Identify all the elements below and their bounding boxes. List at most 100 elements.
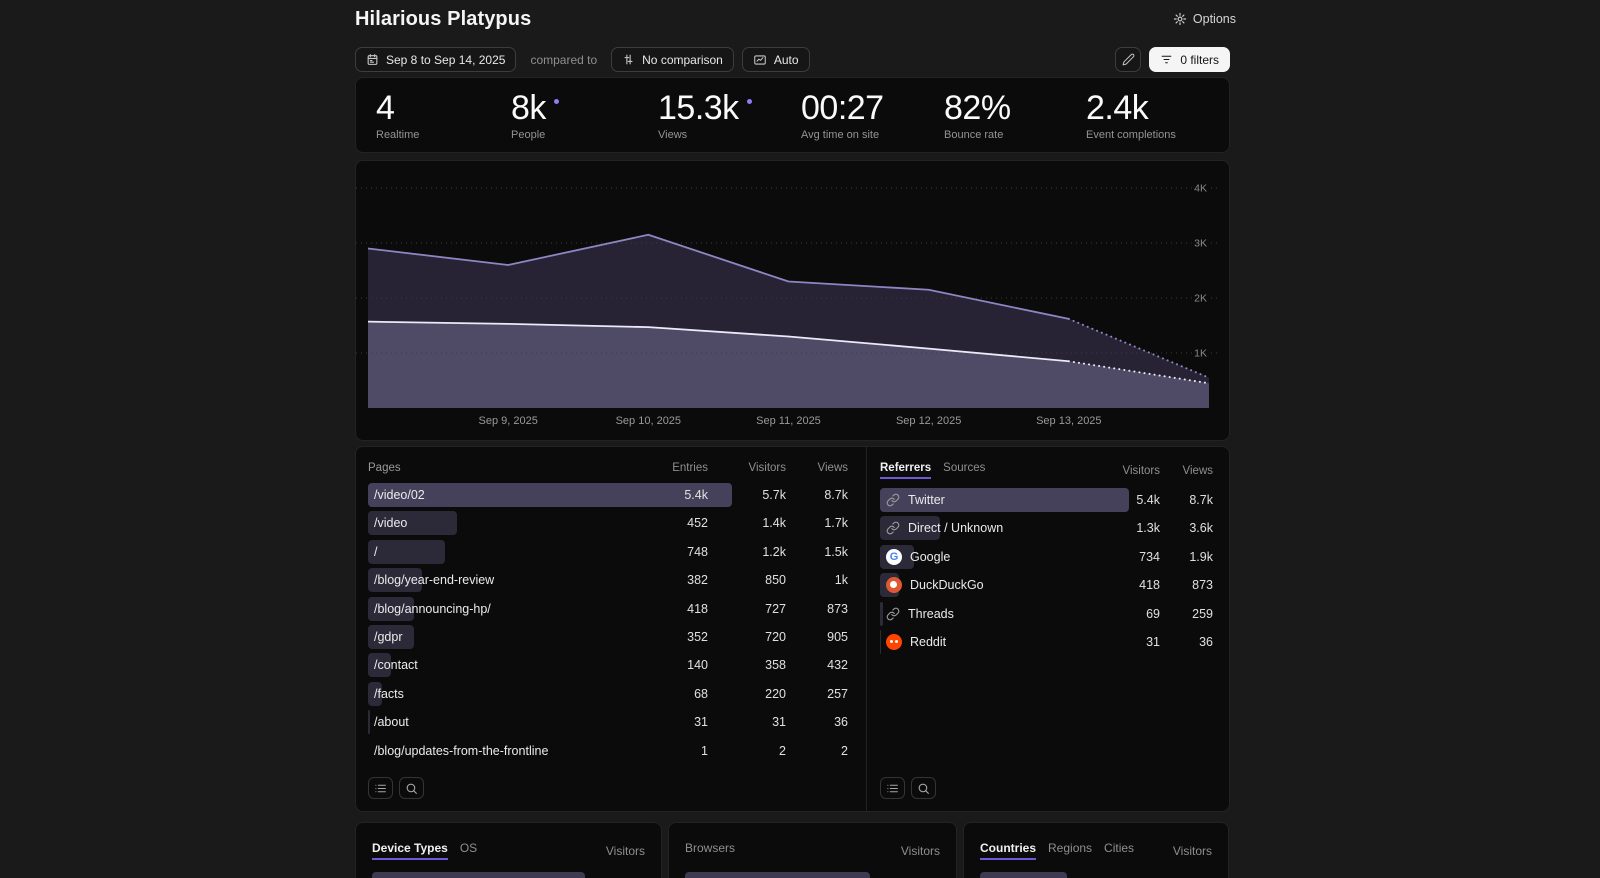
header: Hilarious Platypus Options (355, 8, 1236, 31)
y-axis-tick: 3K (1194, 238, 1207, 250)
referrer-label: Reddit (910, 634, 947, 649)
edit-filters-button[interactable] (1115, 47, 1142, 72)
table-row[interactable]: /contact 140 358 432 (368, 653, 848, 678)
browsers-panel: Browsers Visitors (668, 822, 957, 878)
visitors-value: 358 (765, 658, 786, 673)
date-range-label: Sep 8 to Sep 14, 2025 (386, 52, 506, 67)
referrer-name: G Google (880, 548, 1090, 565)
views-value: 873 (827, 601, 848, 616)
table-row[interactable]: /blog/year-end-review 382 850 1k (368, 568, 848, 593)
row-bar (980, 872, 1067, 878)
referrers-footer (880, 777, 1213, 799)
stat-value: 00:27 (801, 89, 884, 127)
stat-label: Bounce rate (944, 129, 1004, 141)
compared-to-label: compared to (530, 52, 598, 67)
referrer-name: Direct / Unknown (880, 521, 1090, 535)
y-axis-tick: 2K (1194, 293, 1207, 305)
reddit-favicon (886, 633, 902, 650)
views-value: 1.5k (824, 544, 848, 559)
date-range-button[interactable]: Sep 8 to Sep 14, 2025 (355, 47, 517, 72)
y-axis-tick: 4K (1194, 183, 1207, 195)
table-row[interactable]: G Google 734 1.9k (880, 544, 1213, 569)
stat-label: Event completions (1086, 129, 1176, 141)
referrer-name: Reddit (880, 633, 1090, 650)
table-row[interactable]: /video/02 5.4k 5.7k 8.7k (368, 483, 848, 507)
referrer-label: DuckDuckGo (910, 578, 984, 593)
table-row[interactable]: /blog/updates-from-the-frontline 1 2 2 (368, 739, 848, 763)
traffic-chart[interactable]: 1K 2K 3K 4K Sep 9, 2025 Sep 10, 2025 Sep 11, 2… (355, 160, 1230, 441)
page-path: / (374, 544, 378, 559)
page-path: /video/02 (374, 488, 425, 502)
expand-list-button[interactable] (368, 777, 393, 799)
table-row[interactable]: /gdpr 352 720 905 (368, 624, 848, 649)
table-row[interactable]: /video 452 1.4k 1.7k (368, 511, 848, 536)
table-row[interactable]: /about 31 31 36 (368, 710, 848, 735)
table-row[interactable]: Threads 69 259 (880, 601, 1213, 626)
stat-views[interactable]: 15.3k Views (658, 90, 801, 141)
views-value: 2 (841, 743, 848, 758)
x-axis-tick: Sep 10, 2025 (616, 415, 681, 427)
bottom-panels: Device Types OS Visitors Browsers Visitors Co… (355, 822, 1230, 878)
sliders-icon (622, 53, 635, 66)
table-row[interactable]: DuckDuckGo 418 873 (880, 573, 1213, 598)
pages-header: Pages Entries Visitors Views (368, 462, 848, 474)
table-row[interactable]: /blog/announcing-hp/418 727 873 (368, 596, 848, 621)
tab-referrers[interactable]: Referrers (880, 462, 932, 479)
tab-sources[interactable]: Sources (943, 462, 985, 479)
tab-countries[interactable]: Countries (980, 841, 1037, 860)
table-row[interactable]: Reddit 31 36 (880, 629, 1213, 654)
calendar-icon (366, 53, 379, 66)
referrer-name: Twitter (880, 493, 1090, 507)
search-referrers-button[interactable] (911, 777, 936, 799)
tab-browsers[interactable]: Browsers (685, 841, 735, 860)
views-value: 1.7k (824, 516, 848, 531)
page-path: /about (374, 715, 409, 730)
countries-header: Countries Regions Cities Visitors (980, 841, 1212, 860)
options-button[interactable]: Options (1167, 11, 1242, 27)
views-value: 8.7k (1189, 493, 1213, 507)
stat-value: 15.3k (658, 89, 739, 127)
referrers-header: Referrers Sources Visitors Views (880, 462, 1213, 479)
filters-button[interactable]: 0 filters (1149, 47, 1230, 72)
list-icon (374, 782, 387, 795)
visitors-value: 220 (765, 686, 786, 701)
comparison-button[interactable]: No comparison (611, 47, 734, 72)
tables-card: Pages Entries Visitors Views /video/02 5.… (355, 446, 1230, 812)
toolbar: Sep 8 to Sep 14, 2025 compared to No com… (355, 47, 1230, 72)
table-row[interactable]: /facts 68 220 257 (368, 681, 848, 706)
views-value: 36 (1199, 634, 1213, 649)
entries-value: 418 (687, 601, 708, 616)
stat-event-completions[interactable]: 2.4k Event completions (1086, 90, 1229, 141)
stat-value: 8k (511, 89, 546, 127)
referrer-label: Google (910, 549, 951, 564)
table-row[interactable]: / 748 1.2k 1.5k (368, 539, 848, 564)
search-icon (917, 782, 930, 795)
y-axis-tick: 1K (1194, 348, 1207, 360)
page-path: /blog/year-end-review (374, 573, 495, 588)
visitors-value: 2 (779, 743, 786, 758)
time-bucket-button[interactable]: Auto (741, 47, 810, 72)
stat-people[interactable]: 8k People (511, 90, 658, 141)
entries-value: 1 (701, 743, 708, 758)
entries-value: 68 (694, 686, 708, 701)
visitors-value: 1.4k (762, 516, 786, 531)
tab-device-types[interactable]: Device Types (372, 841, 448, 860)
tab-os[interactable]: OS (460, 841, 477, 860)
stat-avg-time-on-site[interactable]: 00:27 Avg time on site (801, 90, 944, 141)
stat-realtime[interactable]: 4 Realtime (376, 90, 511, 141)
table-row[interactable]: Direct / Unknown 1.3k 3.6k (880, 516, 1213, 541)
visitors-value: 1.2k (762, 544, 786, 559)
visitors-value: 69 (1146, 606, 1160, 621)
entries-value: 31 (694, 715, 708, 730)
tab-regions[interactable]: Regions (1048, 841, 1092, 860)
browsers-header: Browsers Visitors (685, 841, 940, 860)
search-pages-button[interactable] (399, 777, 424, 799)
views-value: 873 (1192, 578, 1213, 593)
stat-bounce-rate[interactable]: 82% Bounce rate (944, 90, 1086, 141)
expand-list-button[interactable] (880, 777, 905, 799)
table-row[interactable]: Twitter 5.4k 8.7k (880, 488, 1213, 512)
countries-panel: Countries Regions Cities Visitors (963, 822, 1229, 878)
referrer-label: Direct / Unknown (908, 521, 1004, 536)
tab-cities[interactable]: Cities (1104, 841, 1134, 860)
stats-row: 4 Realtime 8k People 15.3k Views 00:27 Avg time… (355, 77, 1230, 153)
